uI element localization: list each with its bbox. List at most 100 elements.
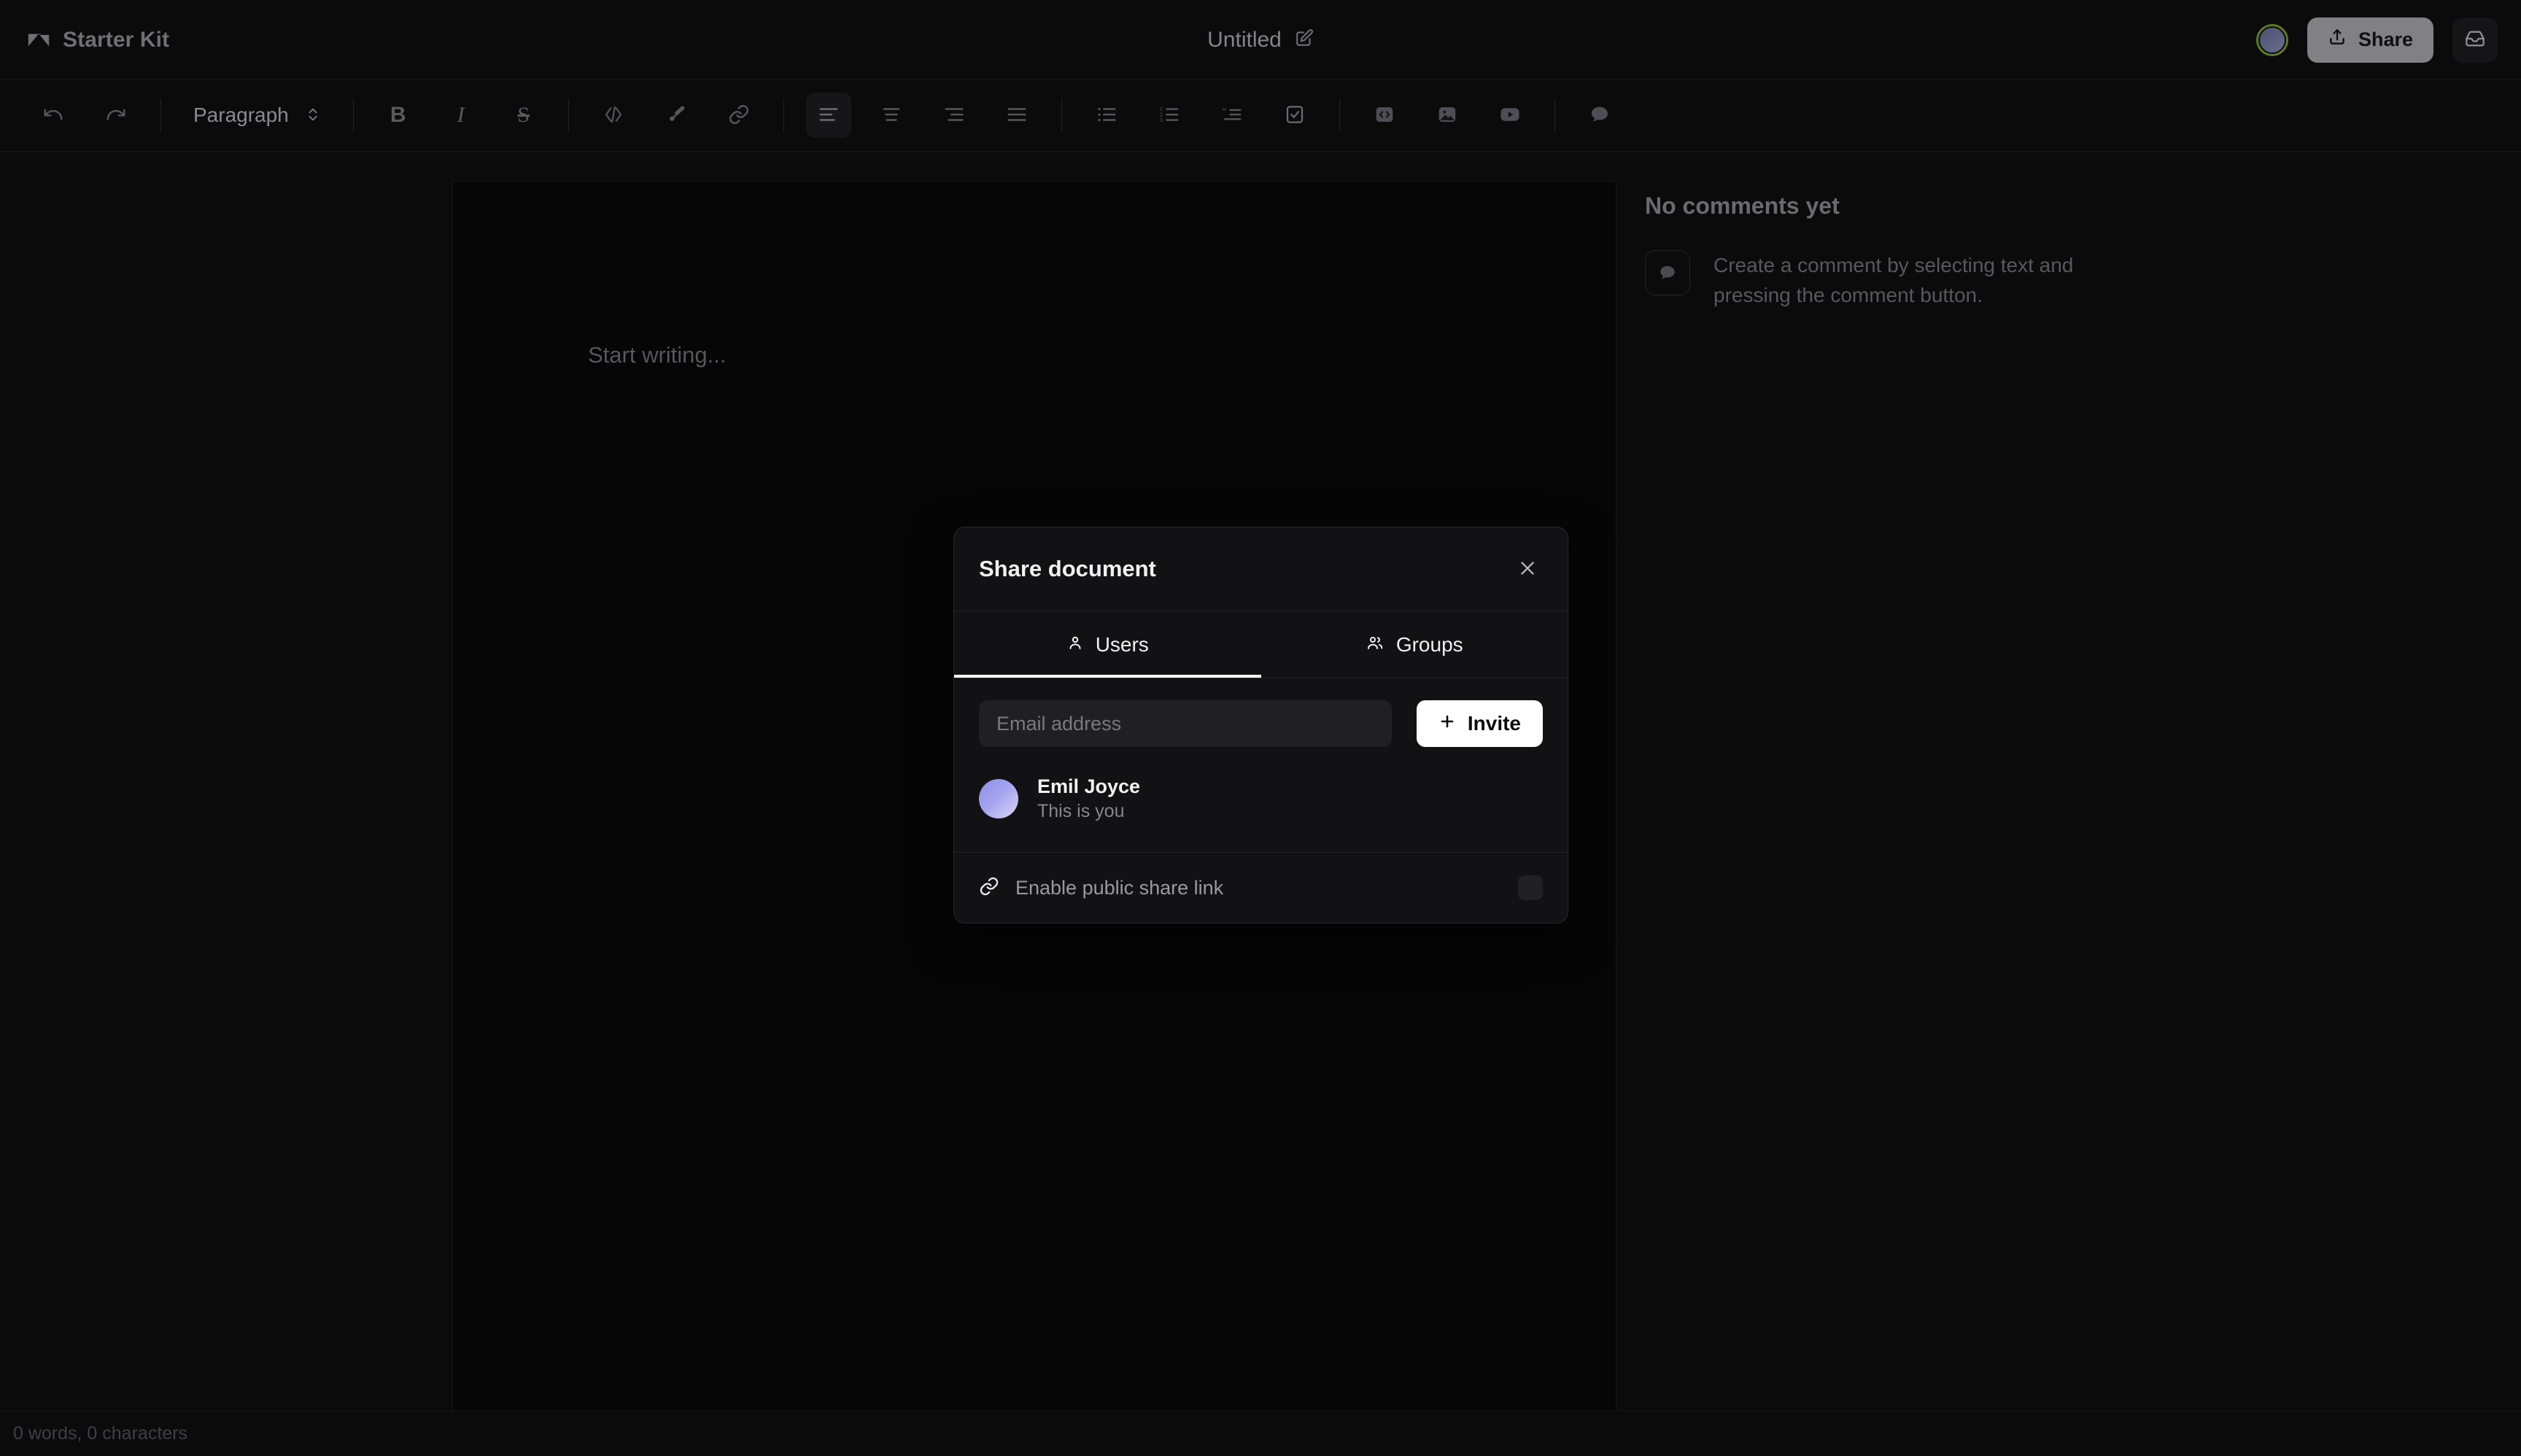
image-icon [1436,104,1458,128]
close-button[interactable] [1512,553,1543,586]
inline-code-button[interactable] [591,93,636,138]
block-type-select[interactable]: Paragraph [179,93,336,138]
align-left-button[interactable] [805,93,851,138]
tiptap-logo-icon [26,28,51,53]
toolbar-divider [352,98,354,132]
align-right-button[interactable] [932,93,977,138]
toolbar-divider [1061,98,1062,132]
ordered-list-icon: 1 2 3 [1158,104,1180,128]
share-document-dialog: Share document Users Groups Email addres… [953,527,1568,924]
bold-button[interactable]: B [376,93,421,138]
comments-empty-state: Create a comment by selecting text and p… [1645,250,2112,311]
blockquote-button[interactable]: “ [1209,93,1255,138]
align-left-icon [818,104,840,128]
code-block-icon [1374,104,1395,128]
comment-icon [1588,103,1611,128]
avatar[interactable] [2255,23,2288,56]
comments-panel: No comments yet Create a comment by sele… [1645,193,2112,311]
share-button[interactable]: Share [2307,17,2433,63]
brush-icon [665,104,687,128]
plus-icon [1438,712,1456,735]
image-button[interactable] [1425,93,1470,138]
italic-label: I [457,103,465,127]
editor-toolbar: Paragraph B I S 1 2 3 “ [0,80,2521,152]
close-icon [1518,559,1537,580]
word-count: 0 words, 0 characters [13,1423,187,1444]
align-justify-icon [1006,104,1028,128]
bullet-list-button[interactable] [1084,93,1129,138]
toolbar-divider [568,98,569,132]
redo-button[interactable] [93,93,139,138]
avatar-image [2259,27,2285,53]
svg-text:“: “ [1222,106,1226,117]
redo-icon [105,104,127,128]
toolbar-divider [1554,98,1555,132]
public-share-link-label: Enable public share link [1015,876,1224,899]
bold-label: B [390,103,406,127]
chevron-up-down-icon [305,105,321,126]
tab-groups-label: Groups [1395,632,1463,656]
undo-button[interactable] [31,93,76,138]
align-center-icon [880,104,902,128]
user-icon [1066,633,1084,657]
member-info: Emil Joyce This is you [1037,773,1140,824]
toolbar-divider [160,98,161,132]
comment-button[interactable] [1577,93,1622,138]
editor-placeholder: Start writing... [588,342,727,368]
page-title[interactable]: Untitled [1207,28,1282,53]
inbox-icon [2465,28,2485,51]
undo-icon [42,104,64,128]
dialog-title: Share document [979,556,1156,581]
tab-groups[interactable]: Groups [1261,611,1568,678]
bullet-list-icon [1096,104,1118,128]
brand-label: Starter Kit [63,27,170,52]
ordered-list-button[interactable]: 1 2 3 [1147,93,1192,138]
invite-row: Invite [954,678,1568,764]
align-center-button[interactable] [869,93,914,138]
link-icon [979,876,999,900]
inbox-button[interactable] [2452,17,2498,63]
strikethrough-button[interactable]: S [501,93,546,138]
public-share-link-row: Enable public share link [954,853,1568,923]
top-bar: Starter Kit Untitled Share [0,0,2521,80]
pencil-square-icon[interactable] [1295,28,1314,51]
toolbar-divider [783,98,784,132]
youtube-button[interactable] [1487,93,1533,138]
align-justify-button[interactable] [994,93,1039,138]
code-block-button[interactable] [1362,93,1407,138]
comments-headline: No comments yet [1645,193,1840,219]
align-right-icon [943,104,965,128]
public-share-link-toggle[interactable] [1518,875,1543,901]
code-inline-icon [603,104,624,128]
document-title-group: Untitled [0,0,2521,80]
dialog-tabs: Users Groups [954,611,1568,678]
brand[interactable]: Starter Kit [26,0,169,80]
invite-button-label: Invite [1467,712,1521,735]
comments-empty-text: Create a comment by selecting text and p… [1713,254,2074,307]
blockquote-icon: “ [1221,104,1243,128]
member-name: Emil Joyce [1037,775,1141,797]
upload-icon [2328,28,2347,52]
task-list-button[interactable] [1272,93,1317,138]
email-input[interactable] [979,700,1392,747]
users-group-icon [1366,633,1385,657]
highlight-button[interactable] [654,93,699,138]
task-list-icon [1284,104,1306,128]
status-bar: 0 words, 0 characters [0,1411,2521,1456]
dialog-header: Share document [954,527,1568,611]
comment-bubble-icon [1645,250,1690,295]
tab-users-label: Users [1095,632,1149,656]
svg-text:3: 3 [1160,117,1163,123]
youtube-icon [1498,104,1522,128]
strike-label: S [517,103,530,127]
list-item[interactable]: Emil Joyce This is you [979,767,1543,830]
link-icon [728,104,750,128]
italic-button[interactable]: I [438,93,484,138]
link-button[interactable] [716,93,762,138]
top-right-controls: Share [2255,0,2498,80]
invite-button[interactable]: Invite [1416,700,1543,747]
tab-users[interactable]: Users [954,611,1261,678]
block-type-label: Paragraph [193,104,289,126]
share-button-label: Share [2358,28,2413,50]
member-meta: This is you [1037,801,1125,822]
